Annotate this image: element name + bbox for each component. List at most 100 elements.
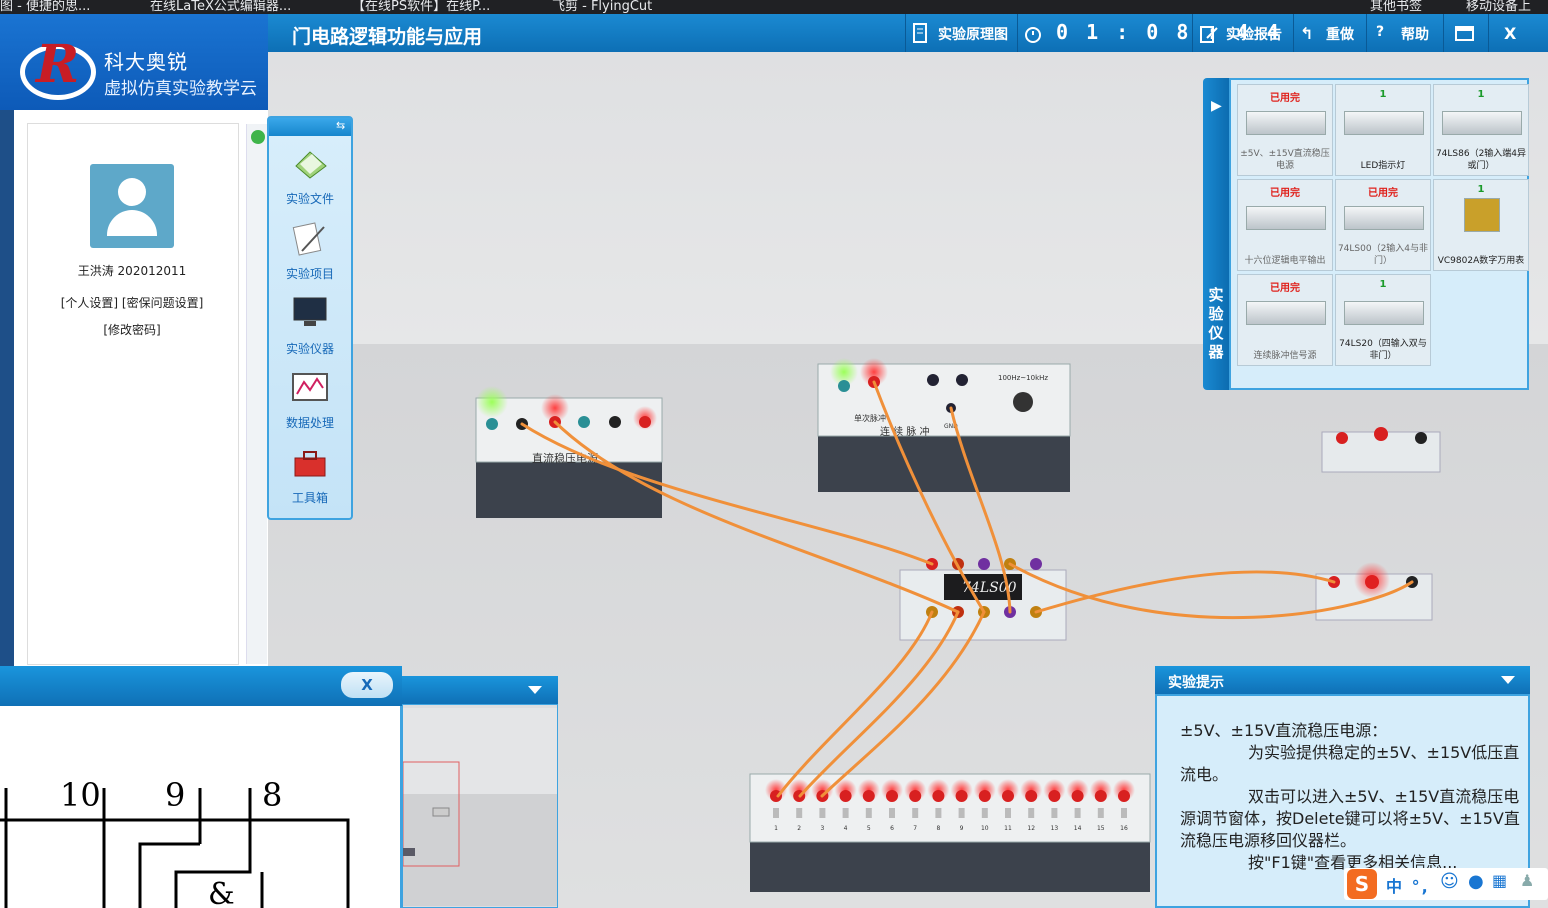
bookmark[interactable]: 【在线PS软件】在线P... <box>352 0 490 14</box>
logic-switch[interactable] <box>1005 808 1011 818</box>
help-icon: ? <box>1376 24 1385 40</box>
logo-subtitle: 虚拟仿真实验教学云 <box>104 79 257 99</box>
logic-led <box>862 790 875 802</box>
user-icon[interactable]: ♟ <box>1520 871 1534 890</box>
ime-status[interactable]: 中 °, <box>1386 873 1430 897</box>
logic-switch-number: 2 <box>797 825 801 832</box>
dock-item-logic-output[interactable]: 已用完 十六位逻辑电平输出 <box>1237 179 1333 271</box>
dock-item-psu[interactable]: 已用完 ±5V、±15V直流稳压电源 <box>1237 84 1333 176</box>
close-button[interactable]: X <box>1504 24 1516 43</box>
dock-item-pulse-source[interactable]: 已用完 连续脉冲信号源 <box>1237 274 1333 366</box>
logic-switch-number: 11 <box>1004 825 1012 832</box>
emoji-icon[interactable]: ☺ <box>1440 871 1459 892</box>
logic-switch-number: 5 <box>867 825 871 832</box>
logic-switch[interactable] <box>1051 808 1058 818</box>
logic-switch-number: 3 <box>820 825 824 832</box>
logic-switch-number: 1 <box>774 825 778 832</box>
tool-experiment-project[interactable]: 实验项目 <box>267 265 353 282</box>
undo-arrow-icon: ↰ <box>1300 24 1314 43</box>
logic-led <box>909 790 922 802</box>
window-title: 门电路逻辑功能与应用 <box>292 26 483 48</box>
dock-item-74ls00[interactable]: 已用完 74LS00（2输入4与非门） <box>1335 179 1431 271</box>
logic-switch[interactable] <box>935 808 942 818</box>
chevron-down-icon[interactable] <box>526 684 544 696</box>
logo-title: 科大奥锐 <box>104 50 188 74</box>
pin-label: 9 <box>165 776 185 814</box>
change-password-link[interactable]: [修改密码] <box>27 321 237 338</box>
logic-led <box>1002 790 1014 802</box>
chevron-down-icon[interactable] <box>1499 674 1517 686</box>
schematic-close-button[interactable]: X <box>341 672 393 698</box>
instrument-monitor-icon[interactable] <box>290 294 330 330</box>
logic-switch[interactable] <box>889 808 895 818</box>
logic-switch[interactable] <box>796 808 803 818</box>
logic-switch-number: 14 <box>1074 825 1082 832</box>
logic-switch[interactable] <box>773 808 779 818</box>
logic-switch[interactable] <box>958 808 965 818</box>
tool-data-processing[interactable]: 数据处理 <box>267 414 353 431</box>
alarm-clock-icon <box>1025 27 1041 43</box>
logic-led <box>978 790 991 802</box>
data-chart-icon[interactable] <box>290 370 330 406</box>
logic-switch-number: 12 <box>1027 825 1035 832</box>
avatar-head-icon <box>118 178 146 206</box>
logic-switch[interactable] <box>981 808 988 818</box>
overview-thumbnail[interactable] <box>403 708 557 906</box>
swap-icon[interactable]: ⇆ <box>336 119 345 132</box>
maximize-icon[interactable] <box>1454 25 1476 43</box>
logic-switch-number: 15 <box>1097 825 1105 832</box>
logic-switch[interactable] <box>912 808 919 818</box>
logic-switch-number: 9 <box>960 825 964 832</box>
logic-switch-number: 8 <box>936 825 940 832</box>
schematic-drawing: 10 9 8 & <box>0 776 350 908</box>
logic-switch-number: 13 <box>1051 825 1059 832</box>
dock-item-74ls86[interactable]: 1 74LS86（2输入端4异或门） <box>1433 84 1529 176</box>
logic-led <box>1025 790 1038 802</box>
logic-led <box>932 790 945 802</box>
portal-side-strip <box>246 124 267 664</box>
bookmark[interactable]: 图 - 便捷的思... <box>0 0 90 14</box>
bookmark-folder[interactable]: 其他书签 <box>1370 0 1422 14</box>
logic-switch-number: 16 <box>1120 825 1128 832</box>
logic-led <box>1048 790 1061 802</box>
toolbox-icon[interactable] <box>290 446 330 482</box>
hint-text: ±5V、±15V直流稳压电源： 为实验提供稳定的±5V、±15V低压直流电。 双… <box>1180 721 1520 872</box>
hint-title: 实验提示 <box>1168 675 1224 691</box>
keyboard-icon[interactable]: ▦ <box>1492 871 1507 890</box>
tool-instruments[interactable]: 实验仪器 <box>267 340 353 357</box>
logic-switch[interactable] <box>1121 808 1127 818</box>
dock-item-multimeter[interactable]: 1 VC9802A数字万用表 <box>1433 179 1529 271</box>
tool-toolbox[interactable]: 工具箱 <box>267 489 353 506</box>
security-settings-link[interactable]: [密保问题设置] <box>122 296 203 310</box>
experiment-file-icon[interactable] <box>290 146 330 182</box>
logic-switch[interactable] <box>1097 808 1104 818</box>
logic-switch[interactable] <box>1074 808 1081 818</box>
logic-led <box>1118 790 1130 802</box>
sogou-ime-icon[interactable]: S <box>1347 869 1377 899</box>
schematic-button[interactable]: 实验原理图 <box>938 24 1008 44</box>
redo-button[interactable]: 重做 <box>1326 24 1354 44</box>
pulse-frequency-label: 100Hz~10kHz <box>998 374 1048 382</box>
bookmark-folder[interactable]: 移动设备上 <box>1466 0 1531 14</box>
logic-switch[interactable] <box>865 808 872 818</box>
dock-item-led[interactable]: 1 LED指示灯 <box>1335 84 1431 176</box>
tool-experiment-file[interactable]: 实验文件 <box>267 190 353 207</box>
personal-settings-link[interactable]: [个人设置] <box>61 296 118 310</box>
pin-label: 10 <box>60 776 101 814</box>
logic-switch[interactable] <box>1028 808 1035 818</box>
experiment-project-icon[interactable] <box>290 221 330 257</box>
microphone-icon[interactable]: ● <box>1468 871 1484 892</box>
logic-switch-number: 10 <box>981 825 989 832</box>
collapse-arrow-icon[interactable]: ▶ <box>1211 98 1222 114</box>
dock-item-74ls20[interactable]: 1 74LS20（四输入双与非门） <box>1335 274 1431 366</box>
report-button[interactable]: 实验报告 <box>1226 24 1282 44</box>
bookmark[interactable]: 在线LaTeX公式编辑器... <box>150 0 291 14</box>
play-icon[interactable] <box>251 130 265 144</box>
help-button[interactable]: 帮助 <box>1401 24 1429 44</box>
logic-led <box>1071 790 1084 802</box>
led-indicator[interactable] <box>1315 562 1433 621</box>
logic-switch[interactable] <box>842 808 849 818</box>
logic-switch[interactable] <box>819 808 826 818</box>
bookmark[interactable]: 飞剪 - FlyingCut <box>552 0 652 14</box>
led-indicator-spare[interactable] <box>1321 427 1441 473</box>
